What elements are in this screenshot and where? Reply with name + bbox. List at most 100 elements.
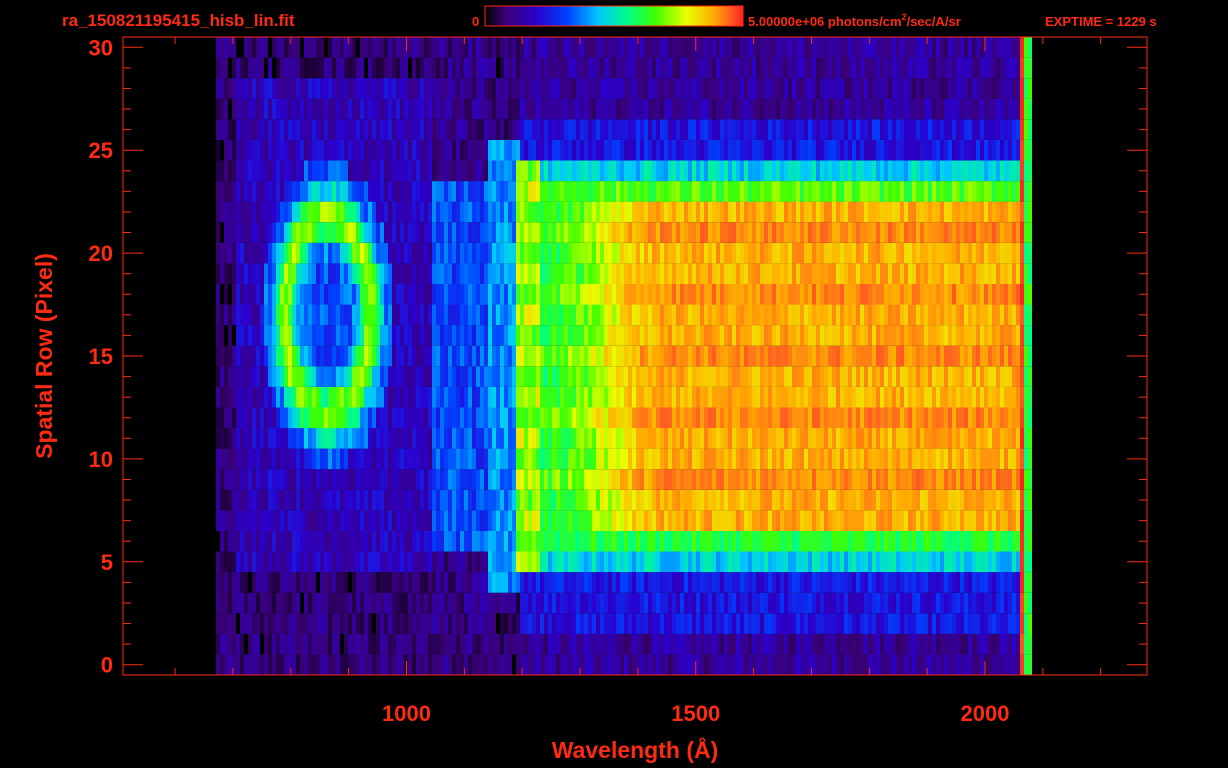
heatmap-cell — [1004, 201, 1008, 223]
heatmap-cell — [408, 530, 412, 552]
heatmap-cell — [840, 325, 844, 346]
heatmap-cell — [1012, 530, 1016, 552]
heatmap-cell — [592, 222, 596, 243]
heatmap-cell — [756, 242, 760, 264]
heatmap-cell — [744, 572, 748, 593]
heatmap-cell — [864, 613, 868, 634]
heatmap-cell — [520, 386, 524, 408]
heatmap-cell — [716, 345, 720, 367]
heatmap-cell — [396, 160, 400, 182]
heatmap-cell — [428, 366, 432, 387]
heatmap-cell — [244, 448, 248, 470]
heatmap-cell — [868, 366, 872, 387]
heatmap-cell — [864, 530, 868, 552]
heatmap-cell — [352, 572, 356, 593]
heatmap-cell — [720, 613, 724, 634]
heatmap-cell — [528, 284, 532, 305]
heatmap-cell — [572, 654, 576, 675]
heatmap-cell — [364, 428, 368, 449]
heatmap-cell — [716, 551, 720, 573]
heatmap-cell — [976, 654, 980, 675]
heatmap-cell — [296, 386, 300, 408]
heatmap-cell — [908, 284, 912, 305]
heatmap-cell — [588, 201, 592, 223]
heatmap-cell — [504, 654, 508, 675]
heatmap-cell — [916, 263, 920, 284]
heatmap-cell — [404, 510, 408, 531]
heatmap-cell — [276, 489, 280, 511]
heatmap-cell — [964, 654, 968, 675]
heatmap-cell — [588, 160, 592, 182]
heatmap-cell — [988, 530, 992, 552]
heatmap-cell — [444, 222, 448, 243]
heatmap-cell — [708, 201, 712, 223]
heatmap-cell — [932, 428, 936, 449]
heatmap-cell — [816, 201, 820, 223]
heatmap-cell — [332, 201, 336, 223]
heatmap-cell — [904, 386, 908, 408]
heatmap-cell — [736, 263, 740, 284]
heatmap-cell — [392, 633, 396, 655]
heatmap-cell — [820, 489, 824, 511]
heatmap-cell — [232, 551, 236, 573]
heatmap-cell — [252, 489, 256, 511]
heatmap-cell — [500, 366, 504, 387]
heatmap-cell — [932, 633, 936, 655]
heatmap-cell — [928, 428, 932, 449]
heatmap-cell — [804, 242, 808, 264]
heatmap-cell — [256, 242, 260, 264]
heatmap-cell — [620, 448, 624, 470]
heatmap-cell — [592, 654, 596, 675]
heatmap-cell — [792, 469, 796, 490]
heatmap-cell — [1016, 325, 1020, 346]
heatmap-cell — [848, 572, 852, 593]
heatmap-cell — [376, 572, 380, 593]
heatmap-cell — [680, 325, 684, 346]
heatmap-cell — [864, 551, 868, 573]
heatmap-cell — [460, 263, 464, 284]
heatmap-cell — [836, 263, 840, 284]
heatmap-cell — [784, 613, 788, 634]
heatmap-cell — [352, 428, 356, 449]
heatmap-cell — [948, 592, 952, 614]
heatmap-cell — [264, 201, 268, 223]
heatmap-cell — [920, 551, 924, 573]
heatmap-cell — [464, 263, 468, 284]
heatmap-cell — [788, 263, 792, 284]
heatmap-cell — [664, 222, 668, 243]
heatmap-cell — [540, 325, 544, 346]
heatmap-cell — [476, 325, 480, 346]
heatmap-cell — [472, 654, 476, 675]
heatmap-cell — [364, 160, 368, 182]
heatmap-cell — [764, 201, 768, 223]
heatmap-cell — [460, 592, 464, 614]
heatmap-cell — [664, 510, 668, 531]
heatmap-cell — [1004, 613, 1008, 634]
heatmap-cell — [252, 366, 256, 387]
heatmap-cell — [316, 633, 320, 655]
heatmap-cell — [396, 592, 400, 614]
heatmap-cell — [472, 428, 476, 449]
heatmap-cell — [944, 201, 948, 223]
heatmap-cell — [304, 386, 308, 408]
heatmap-cell — [848, 304, 852, 326]
heatmap-cell — [732, 510, 736, 531]
heatmap-cell — [280, 345, 284, 367]
heatmap-cell — [268, 407, 272, 429]
heatmap-cell — [508, 633, 512, 655]
heatmap-cell — [588, 325, 592, 346]
heatmap-cell — [1016, 284, 1020, 305]
heatmap-cell — [724, 530, 728, 552]
heatmap-cell — [540, 366, 544, 387]
heatmap-cell — [316, 345, 320, 367]
heatmap-cell — [872, 428, 876, 449]
heatmap-cell — [952, 572, 956, 593]
heatmap-cell — [240, 325, 244, 346]
heatmap-cell — [400, 304, 404, 326]
heatmap-cell — [492, 407, 496, 429]
heatmap-cell — [944, 386, 948, 408]
heatmap-cell — [772, 551, 776, 573]
heatmap-cell — [500, 551, 504, 573]
heatmap-cell — [308, 654, 312, 675]
heatmap-cell — [868, 181, 872, 202]
